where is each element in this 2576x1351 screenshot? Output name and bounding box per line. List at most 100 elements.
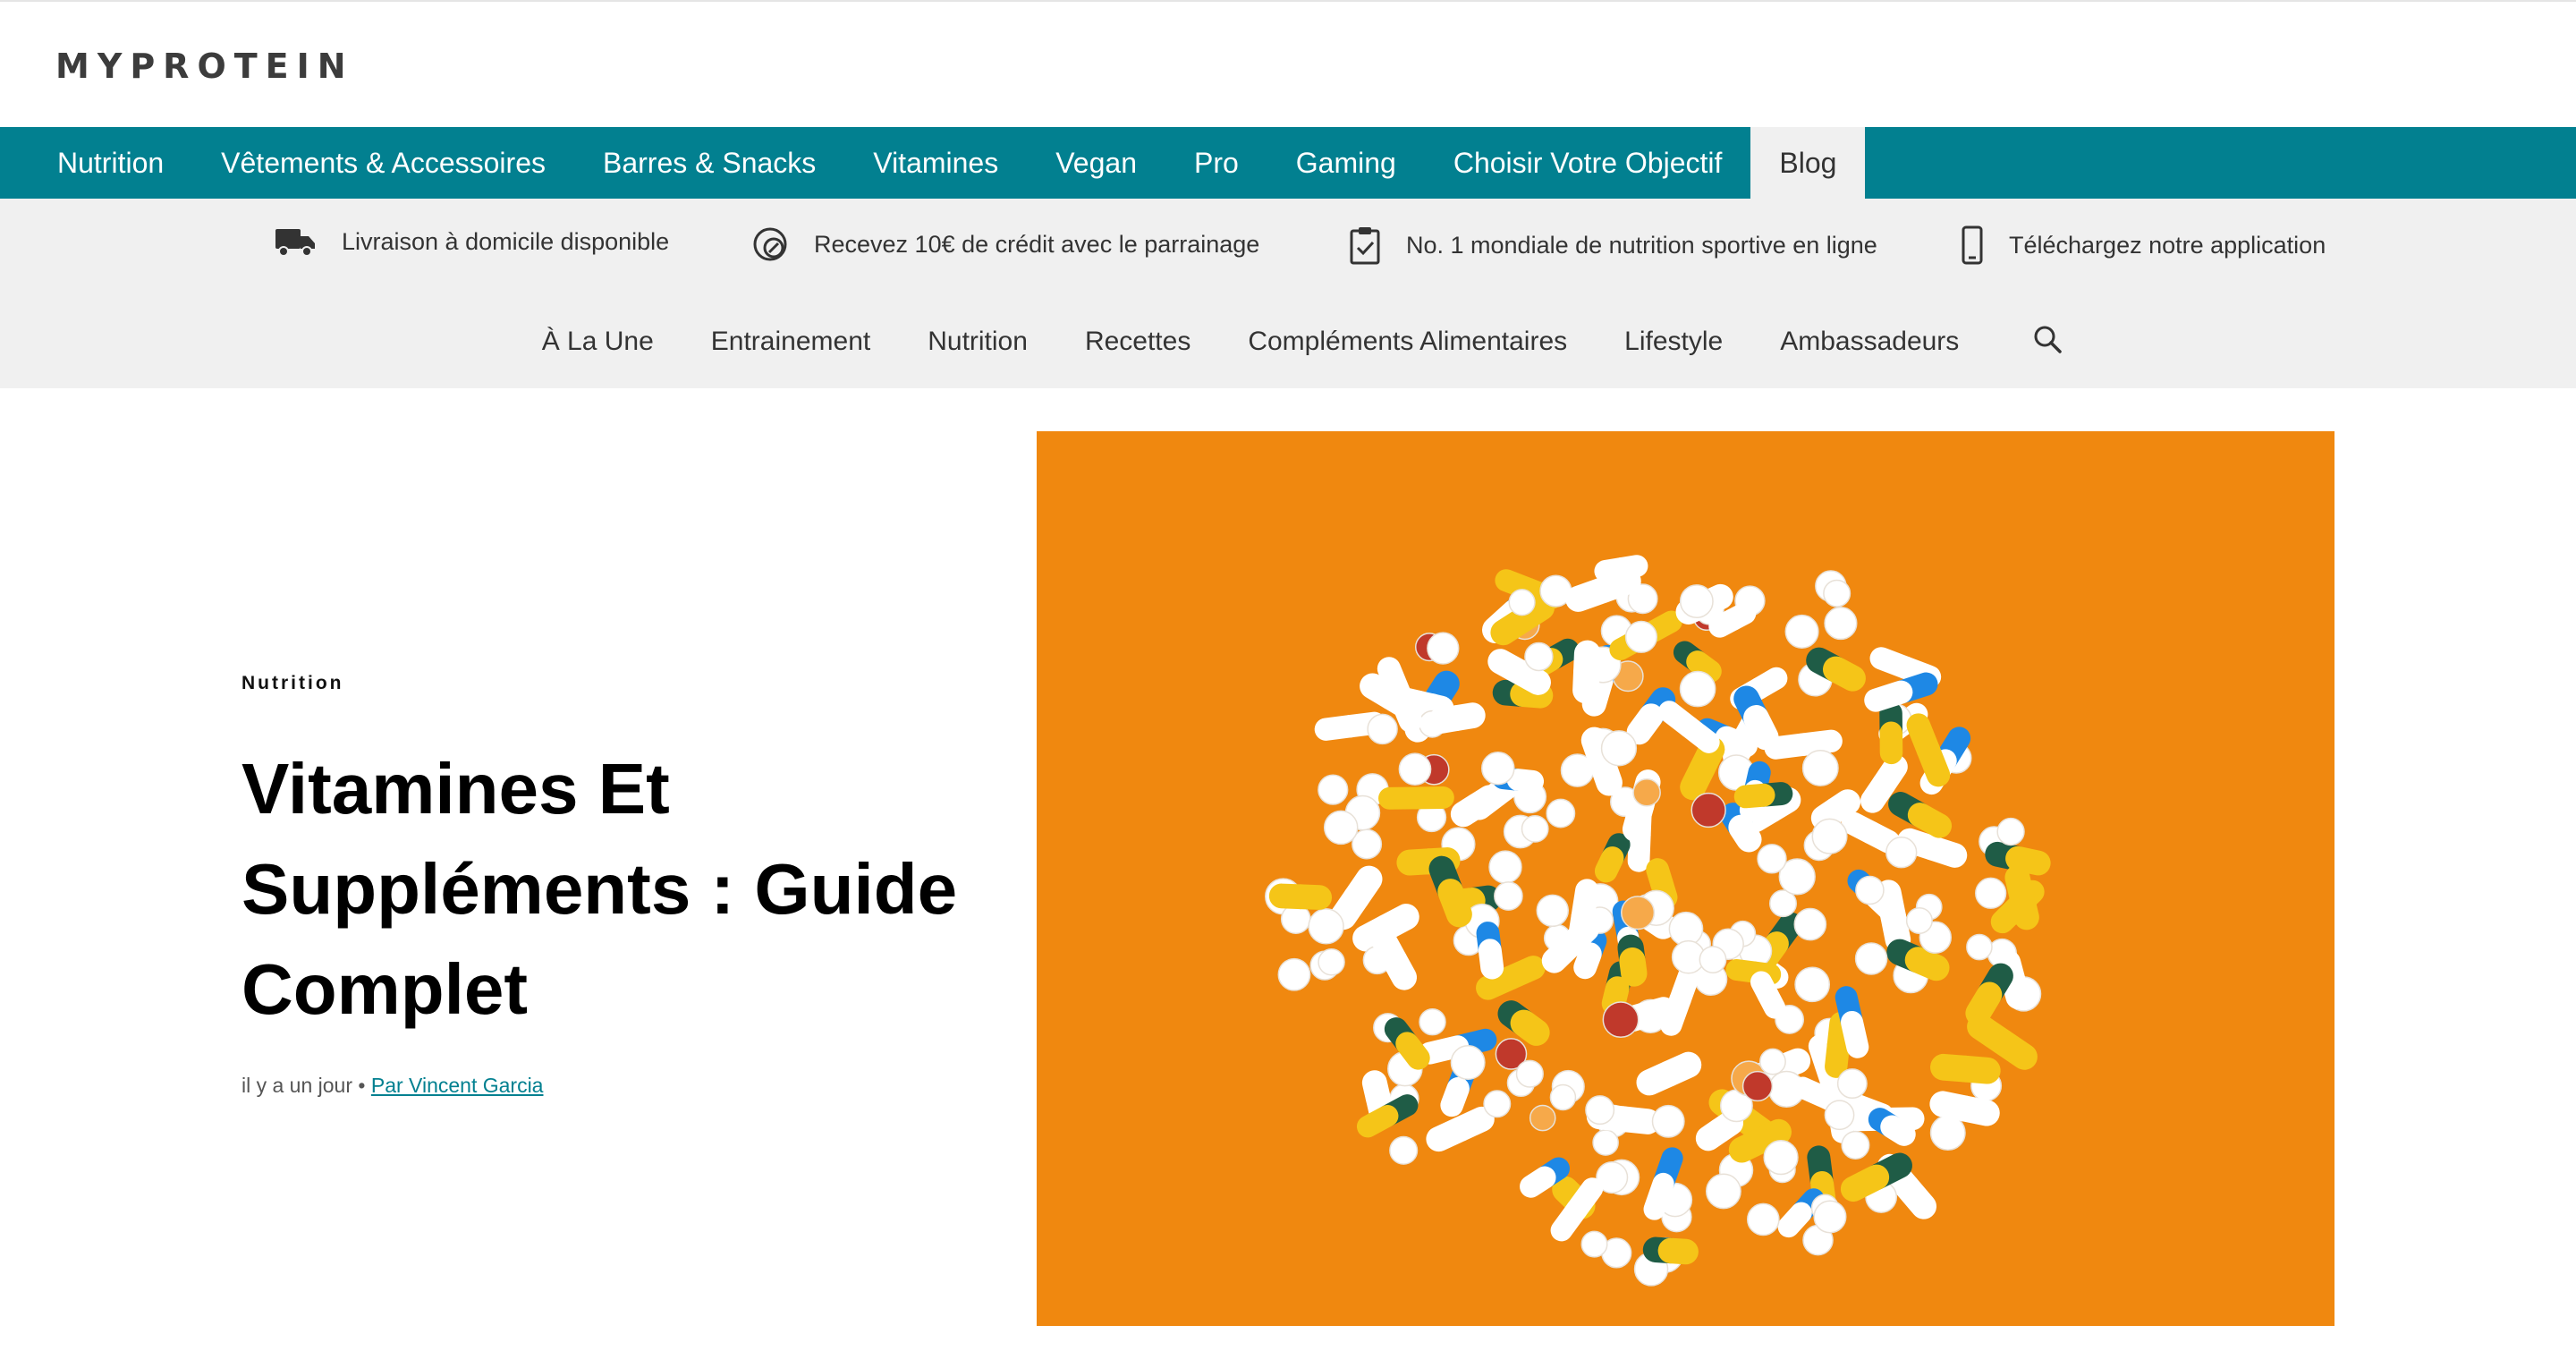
nav-item-vitamines[interactable]: Vitamines [844,127,1027,199]
info-and-blog-nav: Livraison à domicile disponible Recevez … [0,199,2576,388]
search-button[interactable] [2032,324,2063,359]
pill [1494,881,1523,911]
nav-item-barres-snacks[interactable]: Barres & Snacks [574,127,844,199]
nav-item-pro[interactable]: Pro [1165,127,1267,199]
pill [1651,1104,1685,1138]
pill [1885,837,1918,869]
info-referral[interactable]: Recevez 10€ de crédit avec le parrainage [751,225,1259,263]
pill [1602,1001,1640,1039]
pill [1592,1129,1619,1156]
pill [1389,1135,1419,1165]
pill [1476,922,1504,980]
hero-image-pills [1037,431,2334,1326]
pill [1930,1053,2001,1084]
nav-item-vetements[interactable]: Vêtements & Accessoires [192,127,574,199]
article-title: Vitamines Et Suppléments : Guide Complet [242,749,958,1029]
referral-icon [751,225,789,263]
site-header: MYPROTEIN [0,0,2576,127]
blog-nav-a-la-une[interactable]: À La Une [542,327,654,357]
pill [1763,1139,1799,1176]
pill [1784,614,1819,649]
info-app-text: Téléchargez notre application [2009,231,2326,259]
pill [1636,1051,1702,1096]
pill [1746,1202,1780,1236]
pill [1515,1059,1544,1088]
pill [1621,896,1656,930]
pill [1624,620,1658,653]
article-author-link[interactable]: Par Vincent Garcia [371,1074,544,1097]
pill [1975,877,2007,909]
pill [1427,632,1460,665]
article-meta: il y a un jour • Par Vincent Garcia [242,1074,543,1098]
pill [1824,1100,1855,1131]
pill [1811,818,1848,854]
pill [1483,1090,1512,1118]
search-icon [2032,324,2063,359]
pill [1524,642,1554,672]
blog-nav-nutrition[interactable]: Nutrition [928,327,1028,357]
pill [1793,907,1827,941]
pill [1854,942,1888,975]
pill [1705,1173,1741,1210]
article-date: il y a un jour [242,1074,353,1097]
blog-navigation: À La Une Entrainement Nutrition Recettes… [0,324,2576,359]
info-ranking[interactable]: No. 1 mondiale de nutrition sportive en … [1349,225,1877,265]
nav-item-blog[interactable]: Blog [1750,127,1866,199]
info-referral-text: Recevez 10€ de crédit avec le parrainage [814,230,1260,258]
pill [1679,584,1714,619]
pill [1632,777,1661,807]
pill [1794,966,1831,1003]
pill [1841,1130,1870,1160]
pill [1905,906,1933,935]
pill [1398,752,1432,786]
pill [1966,933,1993,961]
pill [1529,1104,1556,1132]
truck-icon [274,225,317,258]
pill [1741,1070,1774,1102]
pill [1318,948,1345,976]
blog-nav-entrainement[interactable]: Entrainement [711,327,870,357]
pills-illustration [1265,555,2051,1287]
meta-separator: • [358,1074,366,1097]
myprotein-logo[interactable]: MYPROTEIN [55,47,354,86]
pill [1824,607,1858,641]
clipboard-check-icon [1349,225,1381,265]
pill [1996,817,2025,846]
info-app[interactable]: Téléchargez notre application [1961,225,2326,265]
pill [1600,730,1638,767]
pill [1679,670,1716,708]
pill [1318,774,1349,805]
blog-nav-recettes[interactable]: Recettes [1085,327,1191,357]
pill [1801,750,1839,786]
pill [1536,894,1569,928]
info-delivery-text: Livraison à domicile disponible [342,227,670,255]
pill [1836,1068,1868,1100]
pill [1580,1230,1608,1258]
pill [1585,1095,1615,1126]
pill [1549,1083,1577,1111]
pill [1823,579,1852,608]
nav-item-nutrition[interactable]: Nutrition [0,127,192,199]
blog-nav-ambassadeurs[interactable]: Ambassadeurs [1780,327,1959,357]
info-ranking-text: No. 1 mondiale de nutrition sportive en … [1406,231,1877,259]
nav-item-vegan[interactable]: Vegan [1027,127,1165,199]
pill [1450,1045,1486,1081]
pill [1572,640,1601,704]
pill [1378,786,1454,810]
nav-item-objectif[interactable]: Choisir Votre Objectif [1425,127,1751,199]
blog-nav-complements[interactable]: Compléments Alimentaires [1248,327,1567,357]
pill [1277,957,1311,991]
pill [1367,713,1398,745]
pill [1813,1200,1847,1234]
blog-nav-lifestyle[interactable]: Lifestyle [1624,327,1723,357]
pill [1308,908,1344,945]
info-delivery[interactable]: Livraison à domicile disponible [274,225,669,258]
pill [1268,883,1333,910]
pill [1757,844,1787,874]
article-category[interactable]: Nutrition [242,673,343,694]
nav-item-gaming[interactable]: Gaming [1267,127,1425,199]
main-navigation: Nutrition Vêtements & Accessoires Barres… [0,127,2576,199]
pill [1481,751,1515,786]
phone-icon [1961,225,1984,265]
pill [1642,1236,1699,1265]
